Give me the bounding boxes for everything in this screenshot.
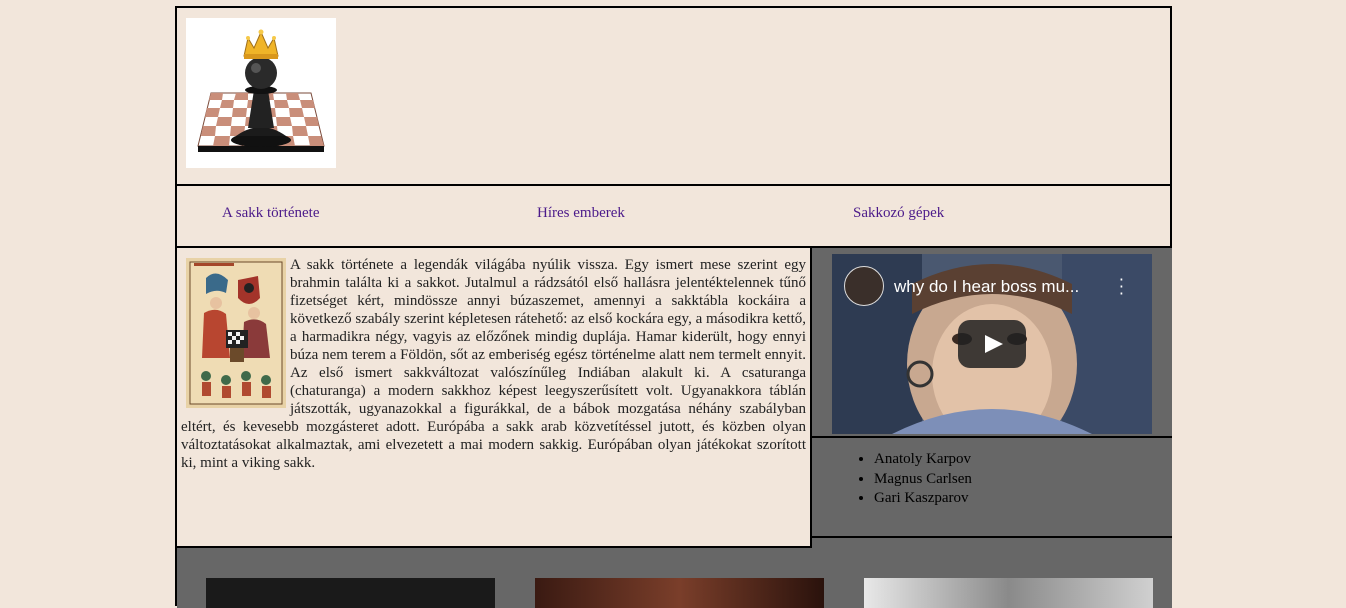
divider: [812, 536, 1172, 538]
gallery-image: [535, 578, 824, 608]
list-item: Magnus Carlsen: [874, 470, 1172, 490]
sidebar: why do I hear boss mu... ··· Anatoly Kar…: [812, 248, 1172, 548]
video-title[interactable]: why do I hear boss mu...: [894, 277, 1079, 297]
chess-king-pawn-logo: [186, 18, 336, 168]
page-frame: A sakk története Híres emberek Sakkozó g…: [175, 6, 1172, 608]
gallery-image: [864, 578, 1153, 608]
list-item: Anatoly Karpov: [874, 450, 1172, 470]
nav-link-history[interactable]: A sakk története: [222, 205, 319, 222]
list-item: Gari Kaszparov: [874, 489, 1172, 509]
nav-link-chess-machines[interactable]: Sakkozó gépek: [853, 205, 944, 222]
famous-people-list: Anatoly Karpov Magnus Carlsen Gari Kaszp…: [812, 450, 1172, 509]
video-player[interactable]: why do I hear boss mu... · · ·: [832, 254, 1152, 434]
image-gallery: [177, 548, 1172, 608]
medieval-chess-miniature-image: [186, 258, 286, 408]
gallery-image: [206, 578, 495, 608]
play-button-icon[interactable]: [958, 320, 1026, 368]
article-section: A sakk története a legendák világába nyú…: [177, 248, 812, 548]
channel-avatar[interactable]: [844, 266, 884, 306]
more-options-icon[interactable]: · · ·: [1119, 272, 1124, 302]
article: A sakk története a legendák világába nyú…: [177, 248, 810, 472]
nav-link-famous-people[interactable]: Híres emberek: [537, 205, 625, 222]
header: [177, 8, 1172, 186]
divider: [812, 436, 1172, 438]
main-nav: A sakk története Híres emberek Sakkozó g…: [177, 186, 1172, 248]
